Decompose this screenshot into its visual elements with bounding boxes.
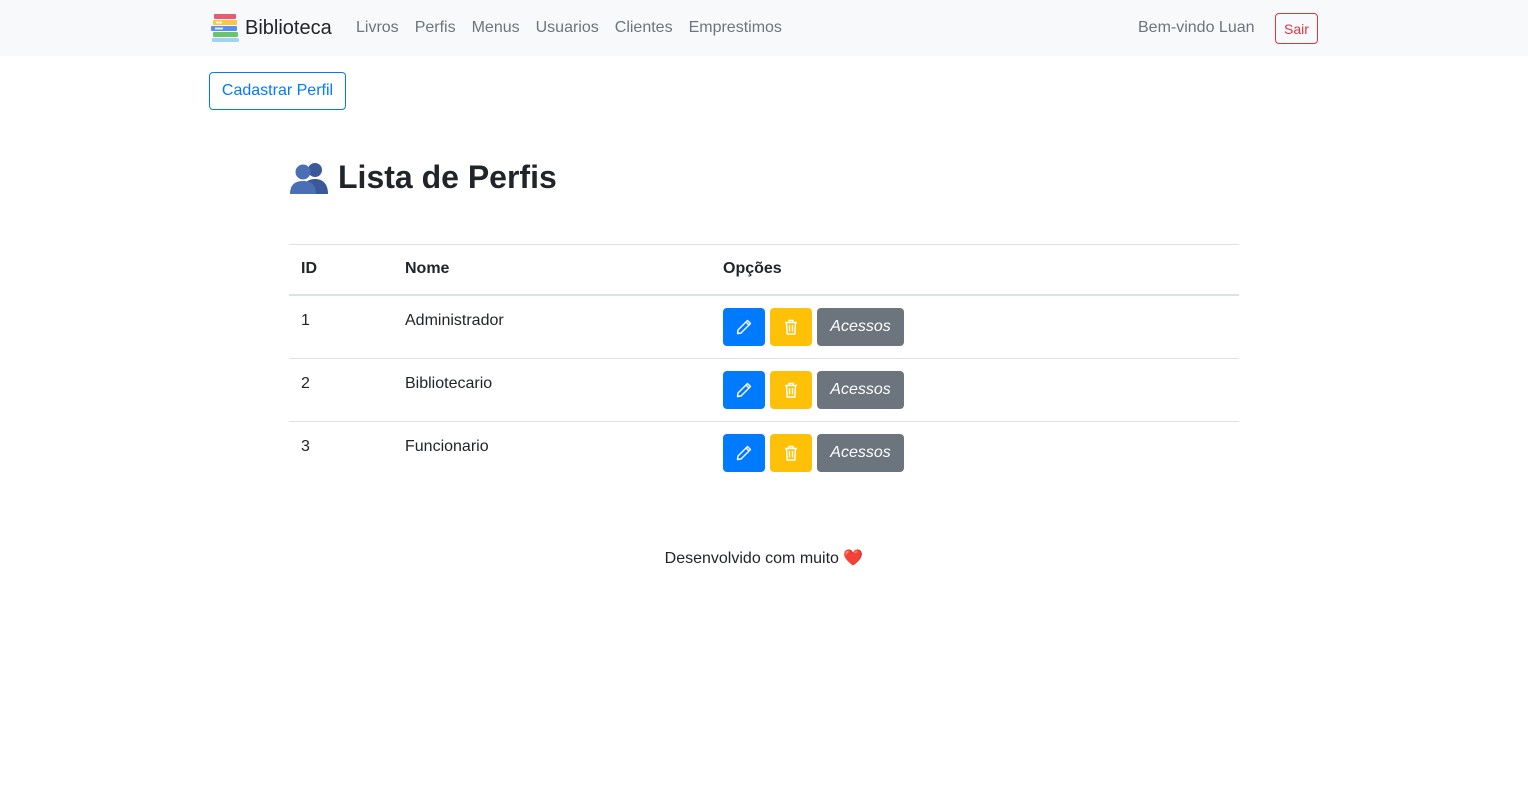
page-title: Lista de Perfis [289, 156, 557, 198]
cell-id: 3 [289, 420, 393, 484]
access-button[interactable]: Acessos [817, 370, 904, 409]
books-logo-icon [211, 14, 239, 42]
table-row: 1 Administrador Acessos [289, 295, 1239, 359]
cell-nome: Bibliotecario [393, 357, 711, 421]
nav-link-livros[interactable]: Livros [348, 17, 407, 39]
table-header-row: ID Nome Opções [289, 244, 1239, 296]
trash-icon [785, 319, 797, 335]
delete-button[interactable] [770, 433, 812, 472]
table-row: 3 Funcionario Acessos [289, 420, 1239, 484]
nav-link-emprestimos[interactable]: Emprestimos [681, 17, 790, 39]
welcome-text: Bem-vindo Luan [1138, 19, 1255, 36]
users-icon [290, 163, 328, 194]
brand-link[interactable]: Biblioteca [210, 12, 332, 44]
cell-options: Acessos [711, 420, 1239, 484]
nav-links: Livros Perfis Menus Usuarios Clientes Em… [348, 17, 790, 39]
heart-icon: ❤️ [843, 550, 864, 567]
cell-nome: Funcionario [393, 420, 711, 484]
navbar: Biblioteca Livros Perfis Menus Usuarios … [0, 0, 1528, 56]
cell-nome: Administrador [405, 311, 504, 329]
trash-icon [785, 445, 797, 461]
nav-link-usuarios[interactable]: Usuarios [528, 17, 607, 39]
pencil-icon [736, 382, 752, 397]
create-profile-button[interactable]: Cadastrar Perfil [209, 72, 346, 110]
cell-options: Acessos [711, 357, 1239, 421]
cell-options: Acessos [711, 295, 1239, 359]
nav-link-menus[interactable]: Menus [464, 17, 528, 39]
edit-button[interactable] [723, 433, 765, 472]
footer-text: Desenvolvido com muito [664, 550, 839, 567]
trash-icon [785, 382, 797, 398]
delete-button[interactable] [770, 307, 812, 346]
nav-link-clientes[interactable]: Clientes [607, 17, 681, 39]
column-header-id: ID [289, 244, 393, 296]
table-row: 2 Bibliotecario Acessos [289, 357, 1239, 421]
nav-link-perfis[interactable]: Perfis [407, 17, 464, 39]
pencil-icon [736, 445, 752, 460]
edit-button[interactable] [723, 307, 765, 346]
brand-name: Biblioteca [245, 16, 332, 39]
column-header-opcoes: Opções [711, 244, 1239, 296]
footer: Desenvolvido com muito ❤️ [0, 548, 1528, 570]
access-button[interactable]: Acessos [817, 433, 904, 472]
page-title-text: Lista de Perfis [338, 159, 557, 195]
cell-id: 1 [301, 311, 310, 329]
edit-button[interactable] [723, 370, 765, 409]
column-header-nome: Nome [393, 244, 711, 296]
profiles-table: ID Nome Opções 1 Administrador Acessos 2… [289, 244, 1239, 484]
pencil-icon [736, 319, 752, 334]
cell-id: 2 [289, 357, 393, 421]
logout-button[interactable]: Sair [1275, 13, 1318, 44]
access-button[interactable]: Acessos [817, 307, 904, 346]
delete-button[interactable] [770, 370, 812, 409]
